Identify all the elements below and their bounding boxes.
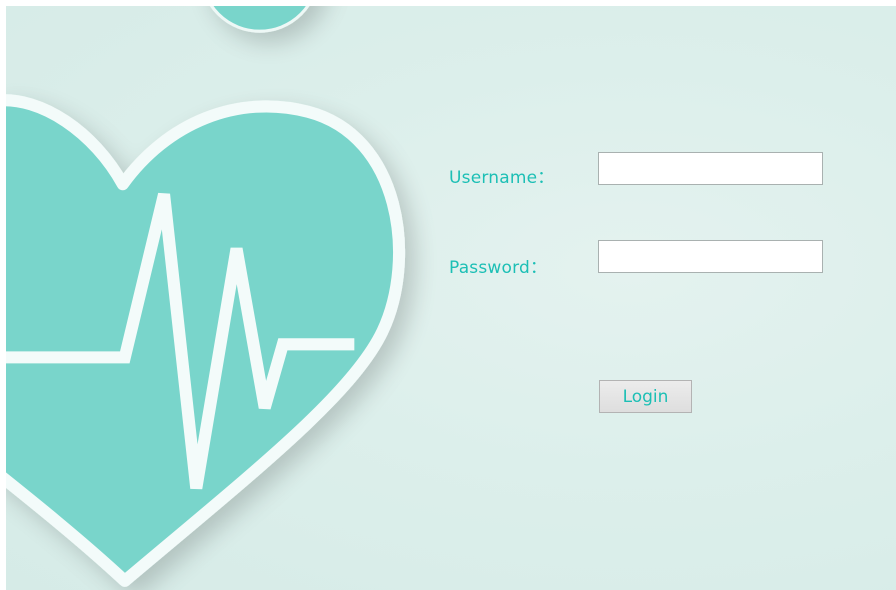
login-background — [6, 6, 896, 590]
password-label: Password： — [449, 258, 548, 278]
password-input[interactable] — [598, 240, 823, 273]
heart-icon — [6, 94, 406, 587]
login-window: Username： Password： Login — [0, 0, 896, 590]
username-label: Username： — [449, 168, 555, 188]
decorative-circle — [209, 6, 310, 33]
login-button[interactable]: Login — [599, 380, 692, 413]
heartbeat-heart-artwork — [6, 6, 406, 587]
username-input[interactable] — [598, 152, 823, 185]
